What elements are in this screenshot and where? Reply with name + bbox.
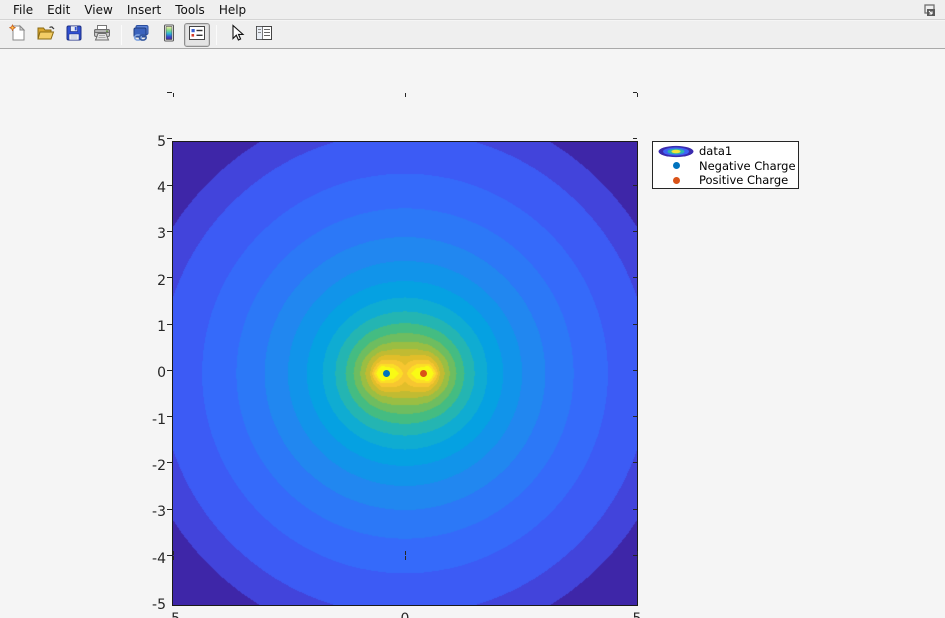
axis-tick [167,462,172,464]
menu-tools[interactable]: Tools [168,1,212,19]
toolbar-separator [121,24,122,45]
property-editor-icon [254,23,274,47]
axis-tick [637,556,638,560]
axis-tick [633,277,637,279]
legend-label-positive-charge: Positive Charge [699,173,789,188]
ytick-label: -1 [152,412,166,428]
axis-tick [167,230,172,232]
axis-tick [405,556,406,560]
arrow-cursor-icon [226,23,246,47]
axis-tick [633,462,637,464]
axis-tick [167,138,172,140]
insert-colorbar-button[interactable] [156,23,182,47]
legend-icon [187,23,207,47]
new-figure-button[interactable] [5,23,31,47]
positive-charge-marker [420,370,428,377]
property-inspector-button[interactable] [251,23,277,47]
matlab-figure-window: File Edit View Insert Tools Help 5 4 3 2… [0,0,945,618]
contour-canvas[interactable] [173,142,637,605]
axis-tick [167,277,172,279]
legend[interactable]: data1 Negative Charge Positive Charge [652,141,799,189]
printer-icon [92,23,112,47]
ytick-label: 1 [157,319,166,335]
axis-tick [167,92,172,93]
ytick-label: 0 [157,365,166,381]
ytick-label: -4 [152,551,166,567]
axis-tick [173,551,174,555]
xtick-label: -5 [153,610,193,618]
insert-legend-button[interactable] [184,22,210,47]
axis-tick [633,508,637,510]
figure-toolbar [0,21,945,49]
axis-tick [167,369,172,371]
save-figure-button[interactable] [61,23,87,47]
axis-tick [167,416,172,418]
open-folder-icon [36,23,56,47]
axes [172,141,638,606]
ytick-label: -2 [152,458,166,474]
axis-tick [633,323,637,325]
link-plot-button[interactable] [128,23,154,47]
legend-row: Positive Charge [653,173,798,188]
menu-view[interactable]: View [77,1,119,19]
axis-tick [633,138,637,140]
axis-tick [637,551,638,555]
print-figure-button[interactable] [89,23,115,47]
axis-tick [633,230,637,232]
legend-row: data1 [653,144,798,159]
legend-contour-glyph-icon [653,145,699,158]
legend-row: Negative Charge [653,159,798,174]
menubar: File Edit View Insert Tools Help [0,0,945,20]
axis-tick [405,551,406,555]
xtick-label: 5 [617,610,657,618]
open-file-button[interactable] [33,23,59,47]
legend-positive-charge-marker-icon [653,176,699,184]
axis-tick [167,323,172,325]
figure-canvas-area: 5 4 3 2 1 0 -1 -2 -3 -4 -5 -5 0 5 [0,50,945,618]
axis-tick [167,508,172,510]
ytick-label: -3 [152,504,166,520]
edit-plot-button[interactable] [223,23,249,47]
ytick-label: 2 [157,273,166,289]
xtick-label: 0 [385,610,425,618]
menu-help[interactable]: Help [212,1,253,19]
undock-icon[interactable] [921,3,937,17]
ytick-label: 4 [157,180,166,196]
axis-tick [173,93,174,97]
link-icon [131,23,151,47]
save-floppy-icon [64,23,84,47]
menu-insert[interactable]: Insert [120,1,168,19]
axis-tick [633,416,637,418]
axis-tick [167,555,172,556]
legend-label-data1: data1 [699,144,733,159]
ytick-label: 5 [157,134,166,150]
menu-edit[interactable]: Edit [40,1,77,19]
toolbar-separator [216,24,217,45]
axis-tick [633,369,637,371]
colorbar-icon [159,23,179,47]
legend-negative-charge-marker-icon [653,162,699,170]
ytick-label: 3 [157,226,166,242]
legend-label-negative-charge: Negative Charge [699,158,796,173]
new-document-icon [8,23,28,47]
menu-file[interactable]: File [6,1,40,19]
axis-tick [405,93,406,97]
axis-tick [167,184,172,186]
axis-tick [637,93,638,97]
axis-tick [173,556,174,560]
axis-tick [633,184,637,186]
negative-charge-marker [382,370,390,377]
